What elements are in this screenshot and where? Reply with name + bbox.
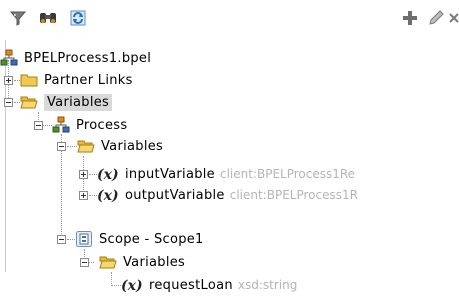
svg-text:(x): (x): [97, 188, 119, 204]
tree-node-label: inputVariable: [125, 166, 215, 182]
structure-tree: BPELProcess1.bpel Partner Links Variable…: [0, 40, 459, 294]
filter-button[interactable]: [6, 6, 30, 30]
svg-text:(x): (x): [121, 278, 143, 294]
bpel-process-icon: [0, 49, 18, 67]
collapse-toggle[interactable]: [4, 98, 13, 107]
delete-button[interactable]: [448, 6, 459, 30]
expand-toggle[interactable]: [4, 76, 13, 85]
tree-node-label: Scope - Scope1: [99, 231, 204, 247]
variable-type: xsd:string: [237, 278, 298, 292]
collapse-toggle[interactable]: [34, 121, 43, 130]
expand-toggle[interactable]: [79, 170, 88, 179]
tree-node-root[interactable]: BPELProcess1.bpel: [0, 47, 151, 69]
tree-node-label: BPELProcess1.bpel: [24, 50, 152, 66]
variable-type: client:BPELProcess1Re: [219, 167, 356, 181]
tree-node-label: requestLoan: [149, 277, 233, 293]
tree-node-input-variable[interactable]: (x) inputVariable client:BPELProcess1Re: [97, 163, 355, 185]
refresh-icon: [70, 10, 86, 26]
add-icon: [403, 11, 417, 25]
svg-text:(x): (x): [97, 167, 119, 183]
collapse-toggle[interactable]: [57, 235, 66, 244]
tree-node-label: Variables: [44, 93, 113, 111]
open-folder-icon: [77, 137, 95, 155]
tree-line: [111, 272, 112, 286]
tree-node-partner-links[interactable]: Partner Links: [20, 69, 133, 91]
tree-node-scope-variables[interactable]: Variables: [99, 251, 185, 273]
refresh-button[interactable]: [66, 6, 90, 30]
tree-node-label: Variables: [123, 254, 186, 270]
tree-line: [89, 195, 97, 196]
tree-line: [67, 146, 77, 147]
folder-icon: [20, 71, 38, 89]
tree-line: [89, 174, 97, 175]
edit-button[interactable]: [424, 6, 448, 30]
process-icon: [52, 116, 70, 134]
binoculars-icon: [40, 13, 56, 23]
tree-node-scope[interactable]: Scope - Scope1: [75, 228, 204, 250]
add-button[interactable]: [398, 6, 422, 30]
tree-node-request-loan[interactable]: (x) requestLoan xsd:string: [121, 274, 297, 296]
delete-icon: [449, 13, 459, 23]
collapse-toggle[interactable]: [57, 142, 66, 151]
structure-toolbar: [0, 0, 459, 40]
variable-icon: (x): [121, 276, 143, 294]
tree-node-output-variable[interactable]: (x) outputVariable client:BPELProcess1R: [97, 184, 358, 206]
tree-node-variables[interactable]: Variables: [20, 91, 113, 113]
tree-node-process[interactable]: Process: [52, 114, 127, 136]
open-folder-icon: [99, 253, 117, 271]
tree-node-label: Partner Links: [44, 72, 133, 88]
find-button[interactable]: [36, 6, 60, 30]
open-folder-icon: [20, 93, 38, 111]
variable-icon: (x): [97, 165, 119, 183]
tree-node-label: Process: [76, 117, 128, 133]
collapse-toggle[interactable]: [80, 258, 89, 267]
filter-icon: [9, 11, 27, 26]
tree-line: [111, 285, 121, 286]
tree-node-label: outputVariable: [125, 187, 225, 203]
scope-icon: [75, 230, 93, 248]
tree-node-label: Variables: [101, 138, 164, 154]
tree-node-process-variables[interactable]: Variables: [77, 135, 163, 157]
edit-icon: [429, 10, 444, 25]
expand-toggle[interactable]: [79, 191, 88, 200]
variable-type: client:BPELProcess1R: [229, 188, 358, 202]
variable-icon: (x): [97, 186, 119, 204]
